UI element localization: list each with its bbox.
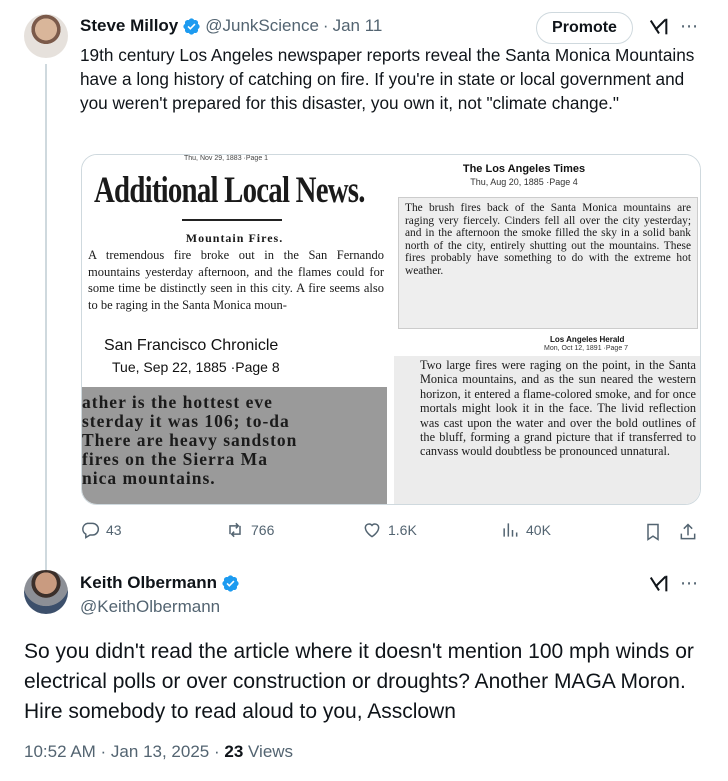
promote-button[interactable]: Promote bbox=[536, 12, 633, 44]
clip3-date: Tue, Sep 22, 1885 ·Page 8 bbox=[112, 359, 280, 375]
clip3-line: fires on the Sierra Ma bbox=[82, 449, 268, 469]
verified-badge-icon bbox=[222, 574, 239, 592]
grok-icon[interactable] bbox=[648, 16, 670, 38]
clip4-date: Mon, Oct 12, 1891 ·Page 7 bbox=[544, 345, 629, 352]
clip1-divider bbox=[182, 219, 282, 221]
clip3-line: ather is the hottest eve bbox=[82, 392, 273, 412]
thread-connector-line bbox=[45, 64, 47, 570]
author-name[interactable]: Steve Milloy bbox=[80, 16, 178, 36]
newspaper-clip-san-francisco-chronicle[interactable]: San Francisco Chronicle Tue, Sep 22, 188… bbox=[82, 331, 387, 504]
newspaper-clip-los-angeles-times[interactable]: The Los Angeles Times Thu, Aug 20, 1885 … bbox=[394, 155, 700, 331]
author-handle[interactable]: @KeithOlbermann bbox=[80, 597, 220, 617]
clip1-top-stamp: Thu, Nov 29, 1883 ·Page 1 bbox=[184, 155, 269, 162]
clip1-subhead: Mountain Fires. bbox=[185, 231, 284, 245]
clip3-line: There are heavy sandston bbox=[82, 430, 298, 450]
reply-icon bbox=[82, 522, 100, 539]
like-icon bbox=[364, 523, 380, 538]
tweet2-meta: 10:52 AM · Jan 13, 2025 · 23 Views bbox=[24, 742, 293, 762]
separator-dot: · bbox=[322, 16, 329, 35]
reply-count: 43 bbox=[106, 522, 122, 538]
verified-badge-icon bbox=[183, 17, 200, 35]
views-button[interactable]: 40K bbox=[500, 520, 551, 540]
repost-button[interactable]: 766 bbox=[225, 520, 274, 540]
tweet1-media-grid[interactable]: Thu, Nov 29, 1883 ·Page 1 Additional Loc… bbox=[81, 154, 701, 505]
newspaper-clip-los-angeles-herald[interactable]: Los Angeles Herald Mon, Oct 12, 1891 ·Pa… bbox=[394, 331, 700, 504]
clip1-text: A tremendous fire broke out in the San F… bbox=[88, 248, 384, 312]
author-handle[interactable]: @JunkScience bbox=[205, 16, 319, 36]
clip2-publication: The Los Angeles Times bbox=[462, 163, 586, 175]
tweet2-text: So you didn't read the article where it … bbox=[24, 640, 694, 723]
more-icon[interactable]: ⋯ bbox=[680, 16, 699, 37]
clip4-text: Two large fires were raging on the point… bbox=[394, 356, 700, 504]
tweet-timestamp[interactable]: 10:52 AM · Jan 13, 2025 · bbox=[24, 742, 224, 761]
clip3-line: sterday it was 106; to-da bbox=[82, 411, 290, 431]
tweet1-header: Steve Milloy @JunkScience · Jan 11 bbox=[80, 16, 382, 36]
views-count: 40K bbox=[526, 522, 551, 538]
clip2-date: Thu, Aug 20, 1885 ·Page 4 bbox=[470, 177, 578, 187]
views-number: 23 bbox=[224, 742, 244, 761]
like-count: 1.6K bbox=[388, 522, 417, 538]
grok-icon[interactable] bbox=[648, 573, 670, 595]
clip3-line: nica mountains. bbox=[82, 468, 216, 488]
clip1-headline: Additional Local News. bbox=[94, 170, 365, 211]
views-icon bbox=[503, 523, 518, 537]
bookmark-icon[interactable] bbox=[643, 522, 663, 542]
share-icon[interactable] bbox=[678, 522, 698, 542]
reply-button[interactable]: 43 bbox=[80, 520, 122, 540]
clip3-text: ather is the hottest eve sterday it was … bbox=[82, 387, 387, 504]
clip3-publication: San Francisco Chronicle bbox=[104, 337, 279, 354]
more-icon[interactable]: ⋯ bbox=[680, 573, 699, 594]
clip4-publication: Los Angeles Herald bbox=[550, 335, 625, 344]
clip2-text: The brush fires back of the Santa Monica… bbox=[398, 197, 698, 329]
tweet2-header: Keith Olbermann bbox=[80, 573, 244, 593]
repost-icon bbox=[229, 522, 241, 538]
views-label: Views bbox=[243, 742, 294, 761]
tweet-steve-milloy[interactable]: Steve Milloy @JunkScience · Jan 11 Promo… bbox=[0, 0, 728, 570]
avatar-keith-olbermann[interactable] bbox=[24, 570, 68, 614]
like-button[interactable]: 1.6K bbox=[362, 520, 417, 540]
author-name[interactable]: Keith Olbermann bbox=[80, 573, 217, 593]
tweet1-text: 19th century Los Angeles newspaper repor… bbox=[80, 45, 695, 113]
tweet-date[interactable]: Jan 11 bbox=[333, 16, 383, 36]
newspaper-clip-additional-local-news[interactable]: Thu, Nov 29, 1883 ·Page 1 Additional Loc… bbox=[82, 155, 387, 331]
avatar-steve-milloy[interactable] bbox=[24, 14, 68, 58]
tweet1-action-bar: 43 766 1.6K 40K bbox=[80, 520, 710, 544]
repost-count: 766 bbox=[251, 522, 275, 538]
